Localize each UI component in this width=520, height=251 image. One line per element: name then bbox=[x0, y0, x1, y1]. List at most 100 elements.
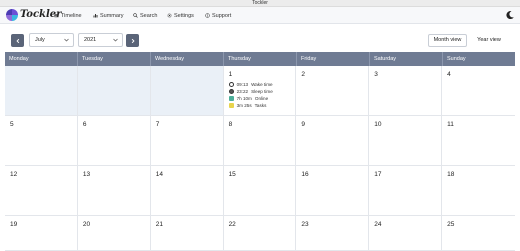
day-cell[interactable]: 23 bbox=[296, 216, 370, 251]
day-number: 19 bbox=[10, 221, 18, 228]
year-select[interactable]: 2021 bbox=[78, 33, 123, 47]
day-cell[interactable]: 4 bbox=[442, 66, 515, 116]
sleep-time-value: 23:22 bbox=[236, 89, 249, 94]
day-cell[interactable]: 6 bbox=[77, 116, 151, 166]
weekday-friday: Friday bbox=[297, 52, 370, 66]
day-cell[interactable]: 25 bbox=[442, 216, 515, 251]
day-number: 22 bbox=[228, 221, 236, 228]
previous-month-button[interactable] bbox=[11, 34, 24, 47]
month-select[interactable]: July bbox=[29, 33, 74, 47]
day-cell[interactable]: 16 bbox=[296, 166, 370, 216]
day-cell[interactable]: 11 bbox=[442, 116, 515, 166]
nav-support[interactable]: Support bbox=[205, 11, 231, 20]
day-number: 14 bbox=[155, 171, 163, 178]
tasks-swatch-icon bbox=[228, 103, 234, 108]
year-select-value: 2021 bbox=[84, 37, 97, 43]
day-cell-empty bbox=[77, 66, 151, 116]
day-number: 20 bbox=[82, 221, 91, 228]
day-cell[interactable]: 9 bbox=[296, 116, 370, 166]
clock-filled-icon bbox=[228, 89, 234, 94]
search-icon bbox=[133, 13, 138, 18]
day-cell[interactable]: 21 bbox=[150, 216, 224, 251]
weekday-saturday: Saturday bbox=[370, 52, 443, 66]
chevron-left-icon bbox=[15, 38, 19, 43]
window-titlebar: Tockler bbox=[0, 0, 520, 7]
day-number: 21 bbox=[155, 221, 163, 228]
weekday-thursday: Thursday bbox=[224, 52, 297, 66]
clock-outline-icon bbox=[228, 82, 234, 87]
calendar-controls: July 2021 Month view Year view bbox=[0, 24, 520, 52]
chevron-down-icon bbox=[64, 38, 69, 42]
day-number: 16 bbox=[301, 171, 309, 178]
day-cell[interactable]: 8 bbox=[223, 116, 297, 166]
day-number: 6 bbox=[82, 121, 87, 128]
day-number: 18 bbox=[447, 171, 455, 178]
weekday-monday: Monday bbox=[5, 52, 78, 66]
day-number: 23 bbox=[301, 221, 309, 228]
sleep-time-stat: 23:22 Sleep time bbox=[228, 88, 273, 95]
tasks-stat: 3m 25s Tasks bbox=[228, 102, 273, 109]
weekday-sunday: Sunday bbox=[447, 56, 466, 62]
day-number: 10 bbox=[374, 121, 382, 128]
next-month-button[interactable] bbox=[126, 34, 139, 47]
day-cell[interactable]: 1 09:13 Wake time 23:22 Sleep time 7h 10… bbox=[223, 66, 297, 116]
nav-support-label: Support bbox=[212, 12, 232, 19]
wake-time-value: 09:13 bbox=[236, 82, 249, 87]
wake-time-stat: 09:13 Wake time bbox=[228, 81, 273, 88]
month-view-button[interactable]: Month view bbox=[428, 34, 467, 47]
day-number: 12 bbox=[10, 171, 18, 178]
day-cell[interactable]: 15 bbox=[223, 166, 297, 216]
support-icon bbox=[205, 13, 210, 18]
day-cell[interactable]: 18 bbox=[442, 166, 515, 216]
nav-search[interactable]: Search bbox=[133, 11, 157, 20]
nav-settings[interactable]: Settings bbox=[167, 11, 194, 20]
tasks-value: 3m 25s bbox=[236, 103, 252, 108]
timeline-icon bbox=[54, 14, 59, 18]
top-navbar: Tockler Timeline Summary Search Settings… bbox=[0, 7, 520, 24]
day-number: 15 bbox=[228, 171, 236, 178]
month-calendar: Monday Tuesday Wednesday Thursday Friday… bbox=[5, 52, 515, 251]
year-view-button[interactable]: Year view bbox=[471, 34, 507, 47]
online-stat: 7h 10m Online bbox=[228, 95, 273, 102]
chevron-right-icon bbox=[131, 38, 135, 43]
day-cell[interactable]: 3 bbox=[369, 66, 443, 116]
weekday-tuesday: Tuesday bbox=[78, 52, 151, 66]
day-cell[interactable]: 17 bbox=[369, 166, 443, 216]
day-stats: 09:13 Wake time 23:22 Sleep time 7h 10m … bbox=[228, 81, 273, 109]
sleep-time-label: Sleep time bbox=[251, 89, 273, 94]
day-cell[interactable]: 5 bbox=[5, 116, 78, 166]
day-cell-empty bbox=[5, 66, 78, 116]
day-cell[interactable]: 10 bbox=[369, 116, 443, 166]
settings-icon bbox=[167, 13, 172, 18]
wake-time-label: Wake time bbox=[251, 82, 273, 87]
day-cell[interactable]: 24 bbox=[369, 216, 443, 251]
day-cell[interactable]: 20 bbox=[77, 216, 151, 251]
day-cell[interactable]: 7 bbox=[150, 116, 224, 166]
day-cell[interactable]: 22 bbox=[223, 216, 297, 251]
day-cell[interactable]: 12 bbox=[5, 166, 78, 216]
day-number: 25 bbox=[447, 221, 455, 228]
day-cell[interactable]: 19 bbox=[5, 216, 78, 251]
nav-summary-label: Summary bbox=[100, 12, 124, 19]
day-cell[interactable]: 2 bbox=[296, 66, 370, 116]
day-cell[interactable]: 14 bbox=[150, 166, 224, 216]
tasks-label: Tasks bbox=[254, 103, 267, 108]
weekday-wednesday: Wednesday bbox=[151, 52, 224, 66]
day-number: 1 bbox=[228, 71, 233, 78]
nav-summary[interactable]: Summary bbox=[93, 11, 124, 20]
window-title: Tockler bbox=[252, 0, 268, 6]
chevron-down-icon bbox=[113, 38, 118, 42]
online-value: 7h 10m bbox=[236, 96, 252, 101]
day-number: 8 bbox=[228, 121, 233, 128]
nav-timeline[interactable]: Timeline bbox=[54, 11, 82, 20]
day-number: 9 bbox=[301, 121, 306, 128]
day-number: 2 bbox=[301, 71, 306, 78]
moon-icon[interactable] bbox=[505, 10, 515, 20]
calendar-grid: 1 09:13 Wake time 23:22 Sleep time 7h 10… bbox=[5, 66, 515, 251]
online-swatch-icon bbox=[228, 96, 234, 101]
day-number: 5 bbox=[10, 121, 14, 128]
day-number: 11 bbox=[447, 121, 454, 128]
month-select-value: July bbox=[35, 37, 45, 43]
day-cell[interactable]: 13 bbox=[77, 166, 151, 216]
day-cell-empty bbox=[150, 66, 224, 116]
